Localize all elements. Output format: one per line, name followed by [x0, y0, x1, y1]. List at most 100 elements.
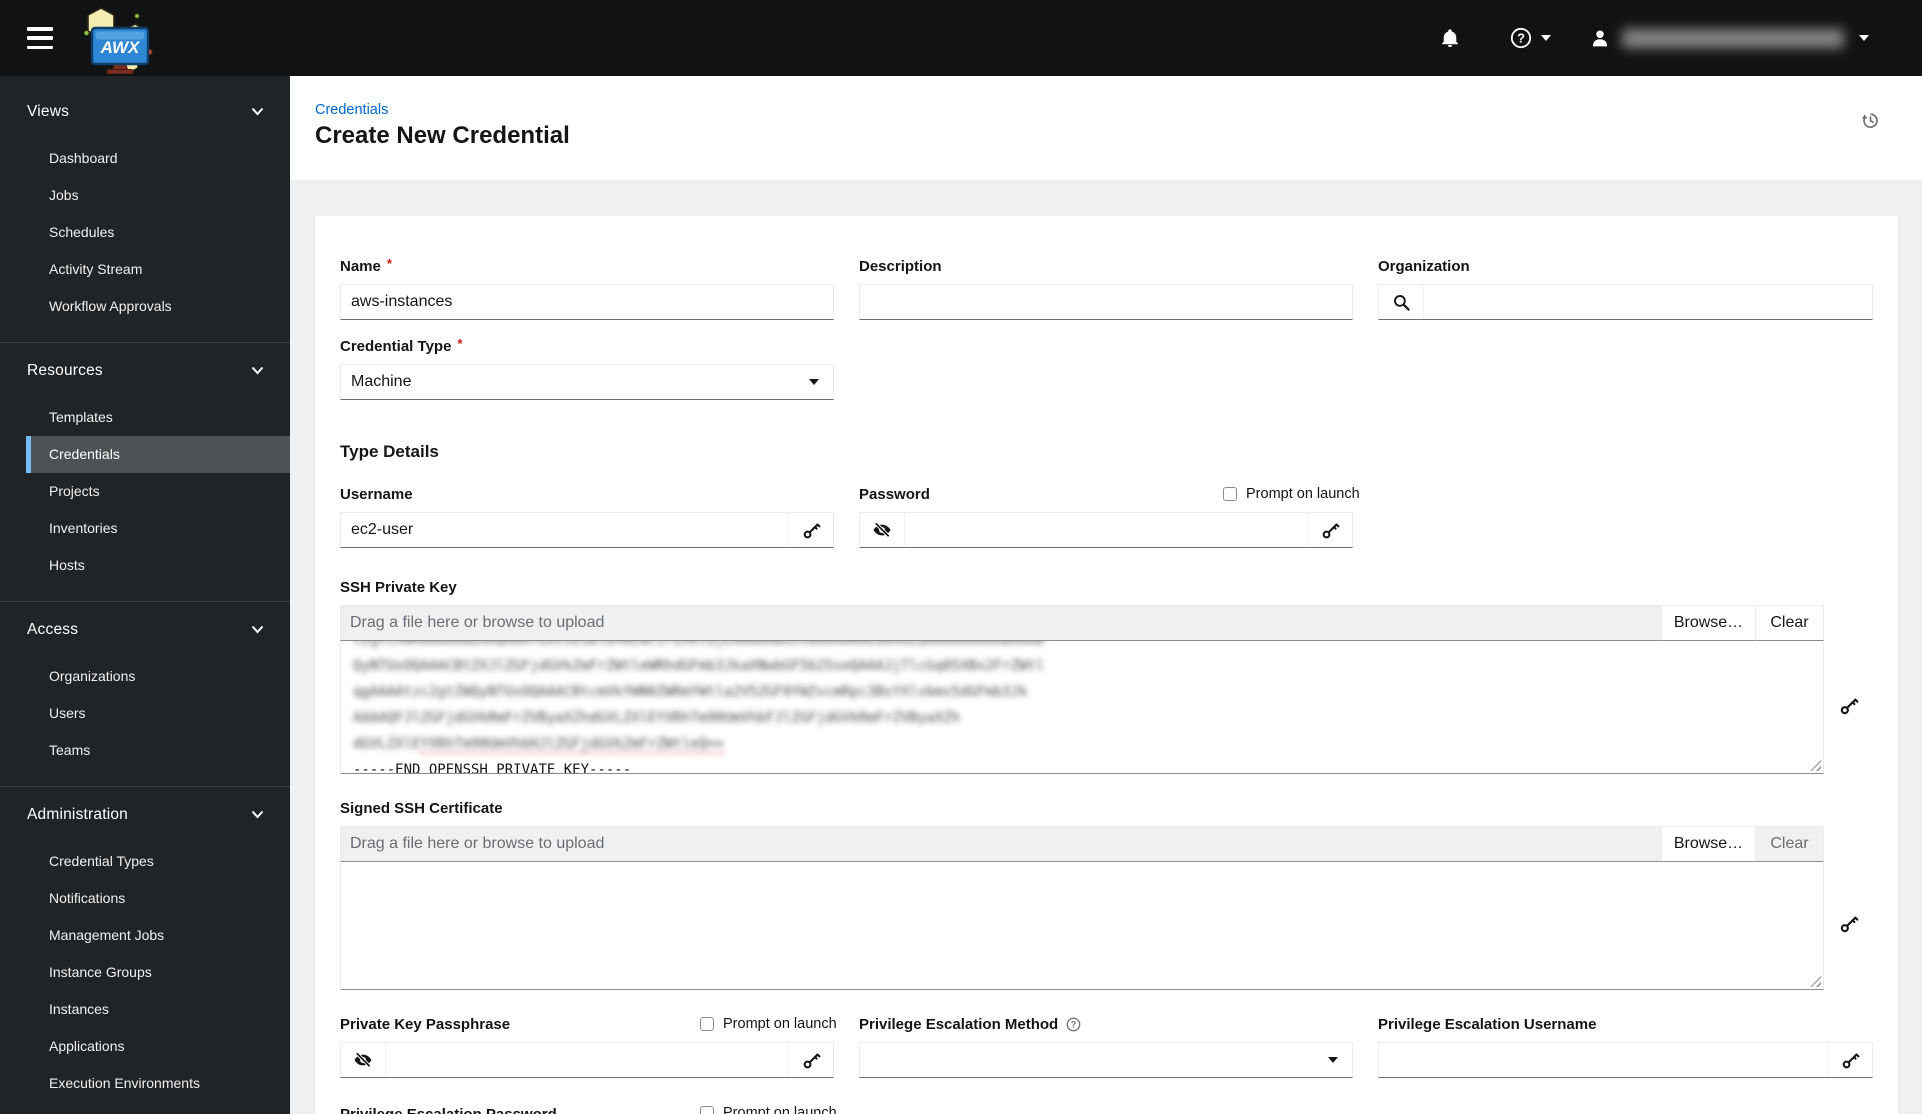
- name-label: Name *: [340, 255, 392, 275]
- sidebar-section-administration[interactable]: Administration: [0, 796, 290, 833]
- signed-ssh-certificate-textarea[interactable]: [340, 862, 1824, 990]
- chevron-down-icon: [1859, 35, 1869, 41]
- password-visibility-toggle[interactable]: [860, 513, 904, 547]
- organization-label: Organization: [1378, 257, 1470, 275]
- key-icon: [1322, 522, 1339, 538]
- notifications-bell-button[interactable]: [1440, 27, 1460, 49]
- credential-type-label: Credential Type *: [340, 335, 463, 355]
- textarea-resize-handle[interactable]: [1810, 760, 1821, 771]
- sidebar-item-dashboard[interactable]: Dashboard: [0, 140, 290, 177]
- nav-toggle-button[interactable]: [27, 27, 53, 49]
- username-input-group: ec2-user: [340, 512, 834, 548]
- sidebar-item-schedules[interactable]: Schedules: [0, 214, 290, 251]
- redacted-key-line: qgAAAAtzc2gtZWQyNTUxOQAAACBtcmVkYWN0ZWRm…: [353, 684, 1028, 700]
- ssh-private-key-label: SSH Private Key: [340, 578, 457, 596]
- sidebar-item-topology-view[interactable]: Topology View: [0, 1102, 290, 1114]
- signed-ssh-certificate-credential-key-button[interactable]: [1839, 914, 1859, 934]
- privilege-escalation-method-select[interactable]: [859, 1042, 1353, 1078]
- prompt-on-launch-label: Prompt on launch: [723, 1016, 837, 1032]
- ssh-private-key-field-group: SSH Private Key Drag a file here or brow…: [340, 577, 1824, 774]
- chevron-down-icon: [251, 366, 264, 375]
- svg-text:?: ?: [1517, 31, 1525, 46]
- passphrase-prompt-on-launch: Prompt on launch: [700, 1016, 837, 1032]
- breadcrumb-credentials-link[interactable]: Credentials: [315, 102, 388, 118]
- sidebar-item-management-jobs[interactable]: Management Jobs: [0, 917, 290, 954]
- sidebar-item-execution-environments[interactable]: Execution Environments: [0, 1065, 290, 1102]
- activity-history-button[interactable]: [1861, 111, 1880, 130]
- sidebar-item-users[interactable]: Users: [0, 695, 290, 732]
- sidebar-item-jobs[interactable]: Jobs: [0, 177, 290, 214]
- sidebar-item-credentials[interactable]: Credentials: [26, 436, 290, 473]
- sidebar-item-applications[interactable]: Applications: [0, 1028, 290, 1065]
- privilege-escalation-username-input[interactable]: [1379, 1043, 1828, 1077]
- organization-input[interactable]: [1423, 285, 1872, 319]
- privilege-escalation-username-key-button[interactable]: [1828, 1043, 1872, 1077]
- section-label: Resources: [27, 361, 103, 379]
- key-icon: [1842, 1052, 1859, 1068]
- privilege-escalation-username-input-group: [1378, 1042, 1873, 1078]
- sidebar-item-hosts[interactable]: Hosts: [0, 547, 290, 584]
- username-redacted: [1622, 28, 1844, 48]
- question-circle-icon: ?: [1510, 27, 1532, 49]
- sidebar-item-teams[interactable]: Teams: [0, 732, 290, 769]
- user-icon: [1592, 30, 1608, 47]
- organization-search-button[interactable]: [1379, 285, 1423, 319]
- help-menu[interactable]: ?: [1510, 27, 1552, 49]
- signed-ssh-certificate-dropzone[interactable]: Drag a file here or browse to upload: [340, 826, 1662, 862]
- username-input[interactable]: ec2-user: [341, 513, 789, 547]
- svg-text:?: ?: [1071, 1019, 1076, 1029]
- required-asterisk: *: [457, 335, 463, 351]
- sidebar-item-instances[interactable]: Instances: [0, 991, 290, 1028]
- sidebar-section-resources[interactable]: Resources: [0, 352, 290, 389]
- private-key-passphrase-input[interactable]: [385, 1043, 789, 1077]
- username-field-group: Username ec2-user: [340, 484, 834, 548]
- credential-type-select[interactable]: Machine: [340, 364, 834, 400]
- required-asterisk: *: [386, 255, 392, 271]
- sidebar-item-instance-groups[interactable]: Instance Groups: [0, 954, 290, 991]
- ssh-private-key-browse-button[interactable]: Browse…: [1662, 605, 1756, 641]
- privilege-escalation-username-field-group: Privilege Escalation Username: [1378, 1014, 1873, 1078]
- passphrase-visibility-toggle[interactable]: [341, 1043, 385, 1077]
- username-credential-key-button[interactable]: [789, 513, 833, 547]
- ssh-private-key-dropzone[interactable]: Drag a file here or browse to upload: [340, 605, 1662, 641]
- textarea-resize-handle[interactable]: [1810, 976, 1821, 987]
- passphrase-credential-key-button[interactable]: [789, 1043, 833, 1077]
- signed-ssh-certificate-browse-button[interactable]: Browse…: [1662, 826, 1756, 862]
- sidebar-item-inventories[interactable]: Inventories: [0, 510, 290, 547]
- eye-slash-icon: [354, 1051, 372, 1069]
- ssh-private-key-credential-key-button[interactable]: [1839, 696, 1859, 716]
- priv-esc-password-prompt-checkbox[interactable]: [700, 1106, 714, 1114]
- key-icon: [1840, 698, 1858, 714]
- type-details-heading: Type Details: [340, 442, 439, 461]
- sidebar-section-access[interactable]: Access: [0, 611, 290, 648]
- sidebar-item-projects[interactable]: Projects: [0, 473, 290, 510]
- password-prompt-on-launch: Prompt on launch: [1223, 486, 1360, 502]
- private-key-passphrase-input-group: [340, 1042, 834, 1078]
- help-icon[interactable]: ?: [1066, 1017, 1081, 1032]
- description-input[interactable]: [859, 284, 1353, 320]
- ssh-private-key-textarea[interactable]: c2gtcnNhAAAAAwEAAQAAAYEAx1b3BlbnNzaC1rZX…: [340, 641, 1824, 774]
- awx-logo[interactable]: AWX: [71, 2, 153, 74]
- name-input[interactable]: aws-instances: [340, 284, 834, 320]
- history-icon: [1861, 113, 1878, 128]
- redacted-key-line: c2gtcnNhAAAAAwEAAQAAAYEAx1b3BlbnNzaC1rZX…: [353, 641, 1811, 653]
- sidebar-item-templates[interactable]: Templates: [0, 399, 290, 436]
- credential-type-value: Machine: [351, 373, 412, 390]
- sidebar-item-credential-types[interactable]: Credential Types: [0, 843, 290, 880]
- signed-ssh-certificate-clear-button[interactable]: Clear: [1756, 826, 1824, 862]
- sidebar-item-notifications[interactable]: Notifications: [0, 880, 290, 917]
- sidebar-item-activity-stream[interactable]: Activity Stream: [0, 251, 290, 288]
- priv-esc-password-prompt-on-launch: Prompt on launch: [700, 1105, 837, 1114]
- user-menu[interactable]: [1590, 28, 1870, 48]
- password-prompt-checkbox[interactable]: [1223, 487, 1237, 501]
- sidebar-item-organizations[interactable]: Organizations: [0, 658, 290, 695]
- masthead: AWX ?: [0, 0, 1922, 76]
- sidebar-section-views[interactable]: Views: [0, 93, 290, 130]
- password-credential-key-button[interactable]: [1308, 513, 1352, 547]
- sidebar-item-workflow-approvals[interactable]: Workflow Approvals: [0, 288, 290, 325]
- ssh-private-key-clear-button[interactable]: Clear: [1756, 605, 1824, 641]
- passphrase-prompt-checkbox[interactable]: [700, 1017, 714, 1031]
- privilege-escalation-username-label: Privilege Escalation Username: [1378, 1015, 1597, 1033]
- username-label: Username: [340, 485, 413, 503]
- password-input[interactable]: [904, 513, 1308, 547]
